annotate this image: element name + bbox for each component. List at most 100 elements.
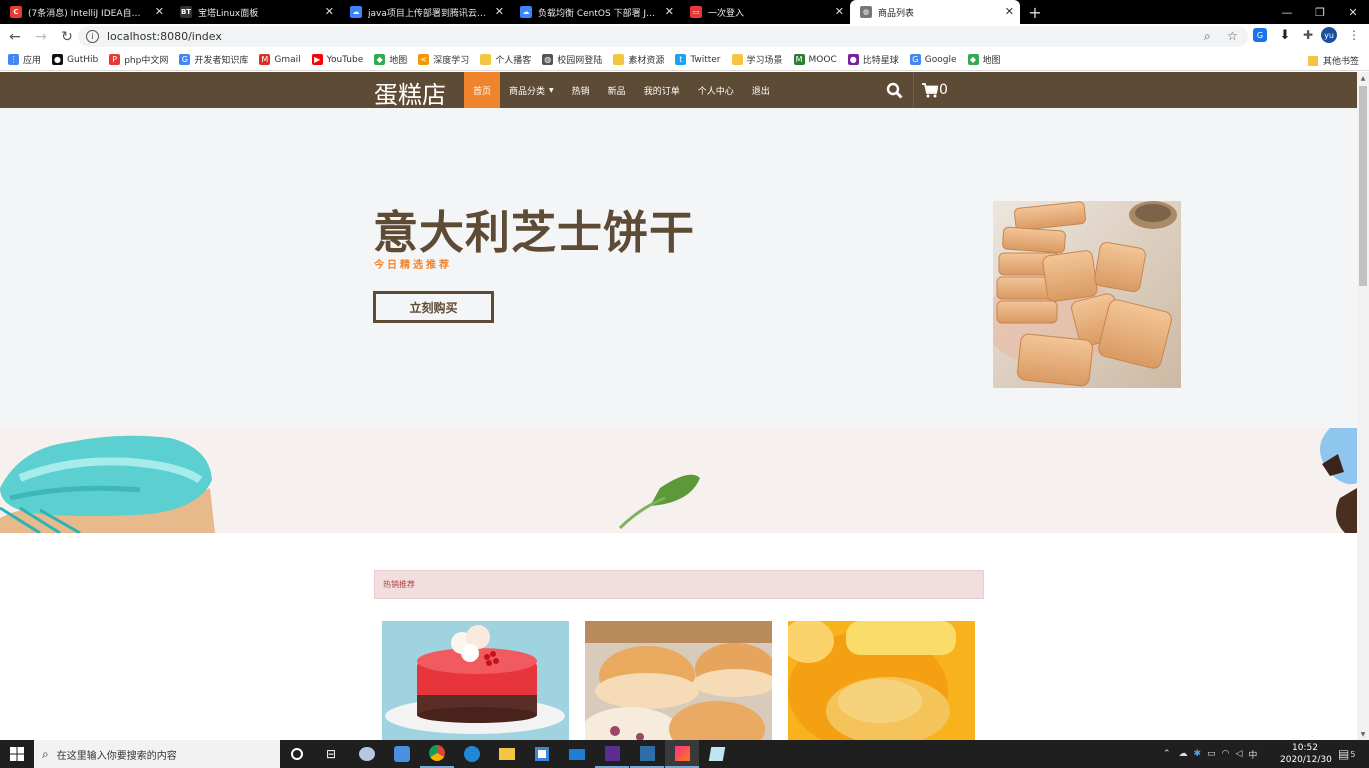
browser-tab[interactable]: ☁ java项目上传部署到腾讯云服务器 ✕ [340,0,510,24]
profile-avatar[interactable]: yu [1321,27,1337,43]
taskbar-search-input[interactable]: ⌕ 在这里输入你要搜索的内容 [34,740,280,768]
bookmark-item[interactable]: ◆ 地图 [374,53,407,66]
start-button[interactable] [0,740,34,768]
visual-studio-icon[interactable] [595,740,629,768]
bookmark-item[interactable]: M Gmail [259,53,301,66]
bookmark-item[interactable]: Pphp中文网 [109,53,168,66]
site-logo[interactable]: 蛋糕店 [374,75,446,110]
task-view-icon[interactable]: ⊟ [314,740,348,768]
url-bar[interactable]: i localhost:8080/index ⌕ ☆ [78,26,1248,47]
bookmark-item[interactable]: ▶ YouTube [311,53,364,66]
address-toolbar: ← → ↻ i localhost:8080/index ⌕ ☆ G ⬇ ✚ y… [0,24,1369,49]
intellij-idea-icon[interactable] [665,740,699,768]
clock-date: 2020/12/30 [1280,755,1332,765]
product-card-cheesecake[interactable] [788,621,975,740]
nav-item[interactable]: 热销 [563,72,599,108]
chrome-icon[interactable] [420,740,454,768]
volume-icon[interactable]: ◁ [1235,749,1242,759]
nav-item[interactable]: 首页 [464,72,501,108]
ime-indicator[interactable]: 中 [1248,748,1257,761]
mail-icon[interactable] [560,740,594,768]
browser-tab[interactable]: ◍ 商品列表 ✕ [850,0,1020,24]
scroll-down-icon[interactable]: ▼ [1357,728,1369,740]
bookmark-item[interactable]: 个人播客 [480,53,531,66]
browser-menu-icon[interactable]: ⋮ [1345,26,1363,44]
close-tab-icon[interactable]: ✕ [835,5,844,18]
system-clock[interactable]: 10:52 2020/12/30 [1280,742,1332,766]
close-tab-icon[interactable]: ✕ [1005,5,1014,18]
cheese-biscuit-image[interactable] [993,201,1181,388]
bookmark-item[interactable]: M MOOC [793,53,837,66]
browser-tab[interactable]: ▭ 一次登入 ✕ [680,0,850,24]
bookmark-item[interactable]: 素材资源 [613,53,664,66]
new-tab-button[interactable]: + [1020,0,1050,24]
nav-item[interactable]: 商品分类 ▼ [500,72,563,108]
hero-banner: 意大利芝士饼干 今日精选推荐 立刻购买 [0,108,1357,428]
zoom-icon[interactable]: ⌕ [1204,29,1211,44]
bookmark-item[interactable]: G 开发者知识库 [179,53,248,66]
hot-products-section: 热销推荐 [0,533,1357,740]
chevron-up-icon[interactable]: ⌃ [1163,749,1171,759]
extensions-icon[interactable]: ✚ [1299,26,1317,44]
scrollbar-thumb[interactable] [1359,86,1367,286]
app-icon[interactable] [350,740,384,768]
search-icon[interactable] [876,72,913,108]
close-tab-icon[interactable]: ✕ [155,5,164,18]
cart-button[interactable]: 0 [914,72,958,108]
planet-icon: ● [847,54,859,65]
bookmark-item[interactable]: G Google [909,53,957,66]
product-card-cake[interactable] [382,621,569,740]
windows-taskbar: ⌕ 在这里输入你要搜索的内容 ⊟ ⌃ ☁ ✱ ▭ ◠ ◁ 中 10:52 202… [0,740,1369,768]
page-scrollbar[interactable]: ▲ ▼ [1357,72,1369,740]
browser-tab[interactable]: C (7条消息) IntelliJ IDEA自动部署 ✕ [0,0,170,24]
close-window-icon[interactable]: ✕ [1336,0,1369,24]
reload-icon[interactable]: ↻ [56,26,78,48]
bookmark-item[interactable]: ● GutHib [52,53,98,66]
bookmark-item[interactable]: ◍ 校园网登陆 [542,53,602,66]
nav-item[interactable]: 新品 [599,72,635,108]
back-icon[interactable]: ← [4,26,26,48]
app-icon[interactable] [385,740,419,768]
bookmark-item[interactable]: < 深度学习 [418,53,469,66]
buy-now-button[interactable]: 立刻购买 [373,291,494,323]
csdn-icon: C [10,6,22,18]
map-pin-icon: ◆ [967,54,979,65]
close-tab-icon[interactable]: ✕ [325,5,334,18]
bookmark-label: YouTube [326,54,364,65]
bookmark-item[interactable]: ◆ 地图 [967,53,1001,66]
battery-icon[interactable]: ▭ [1207,749,1216,759]
forward-icon[interactable]: → [30,26,52,48]
wifi-icon[interactable]: ◠ [1222,749,1230,759]
store-icon[interactable] [525,740,559,768]
close-tab-icon[interactable]: ✕ [495,5,504,18]
product-card-buns[interactable] [585,621,772,740]
bluetooth-icon[interactable]: ✱ [1194,749,1202,759]
url-text: localhost:8080/index [107,30,222,43]
scroll-up-icon[interactable]: ▲ [1357,72,1369,84]
bookmark-item[interactable]: ⋮ 应用 [8,53,41,66]
close-tab-icon[interactable]: ✕ [665,5,674,18]
cortana-icon[interactable] [280,740,314,768]
site-info-icon[interactable]: i [86,30,99,43]
edge-icon[interactable] [455,740,489,768]
minimize-icon[interactable]: — [1270,0,1304,24]
cloud-icon[interactable]: ☁ [1179,749,1188,759]
nav-item[interactable]: 退出 [743,72,779,108]
browser-tab[interactable]: BT 宝塔Linux面板 ✕ [170,0,340,24]
app-icon[interactable] [630,740,664,768]
other-bookmarks[interactable]: 其他书签 [1307,54,1359,67]
app-icon[interactable] [700,740,734,768]
nav-item[interactable]: 我的订单 [635,72,689,108]
download-icon[interactable]: ⬇ [1276,26,1294,44]
bookmark-item[interactable]: 学习场景 [731,53,783,66]
nav-item-label: 商品分类 [509,86,546,97]
notification-center-icon[interactable]: ▤ 5 [1338,740,1355,768]
bookmark-item[interactable]: t Twitter [675,53,721,66]
restore-icon[interactable]: ❐ [1303,0,1337,24]
file-explorer-icon[interactable] [490,740,524,768]
translate-icon[interactable]: G [1253,28,1267,42]
browser-tab[interactable]: ☁ 负载均衡 CentOS 下部署 Java W ✕ [510,0,680,24]
bookmark-item[interactable]: ● 比特星球 [847,53,899,66]
bookmark-star-icon[interactable]: ☆ [1227,29,1238,43]
nav-item[interactable]: 个人中心 [689,72,743,108]
